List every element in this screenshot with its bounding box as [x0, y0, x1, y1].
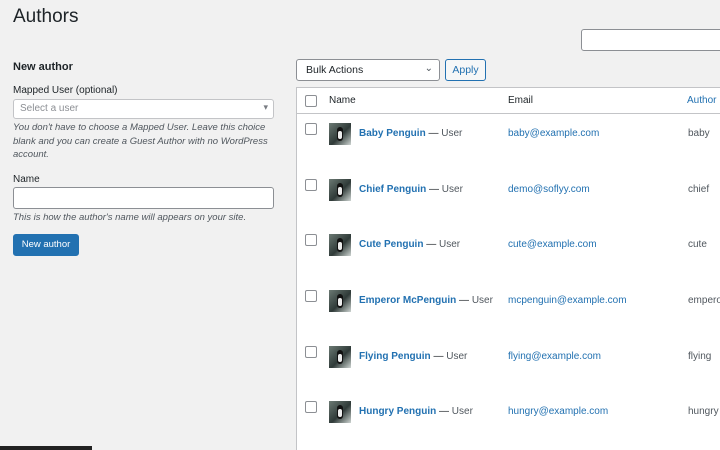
author-slug: cute: [688, 239, 707, 250]
row-checkbox[interactable]: [305, 234, 317, 246]
author-email-link[interactable]: hungry@example.com: [508, 406, 608, 417]
author-name-link[interactable]: Hungry Penguin: [359, 406, 436, 417]
apply-button[interactable]: Apply: [445, 59, 486, 81]
author-email-link[interactable]: flying@example.com: [508, 351, 601, 362]
author-name-link[interactable]: Baby Penguin: [359, 128, 426, 139]
row-checkbox[interactable]: [305, 290, 317, 302]
author-slug: hungry: [688, 406, 719, 417]
author-role: User: [451, 406, 473, 417]
table-row: Chief Penguin — User demo@soflyy.com chi…: [297, 171, 720, 226]
form-heading: New author: [13, 61, 73, 73]
authors-table: Name Email Author Baby Penguin — User ba…: [296, 87, 720, 450]
bulk-actions-select[interactable]: Bulk Actions ⌄: [296, 59, 440, 81]
new-author-button[interactable]: New author: [13, 234, 79, 256]
author-role: User: [441, 128, 463, 139]
mapped-user-help: You don't have to choose a Mapped User. …: [13, 122, 268, 160]
author-name-link[interactable]: Emperor McPenguin: [359, 295, 456, 306]
avatar: [329, 234, 351, 256]
avatar: [329, 401, 351, 423]
row-checkbox[interactable]: [305, 346, 317, 358]
author-role: User: [446, 351, 468, 362]
table-row: Hungry Penguin — User hungry@example.com…: [297, 393, 720, 448]
avatar: [329, 123, 351, 145]
chevron-down-icon: ⌄: [424, 63, 433, 74]
author-email-link[interactable]: mcpenguin@example.com: [508, 295, 627, 306]
column-header-author[interactable]: Author: [687, 95, 716, 106]
table-row: Flying Penguin — User flying@example.com…: [297, 338, 720, 393]
author-name-cell: Flying Penguin — User: [359, 351, 468, 362]
author-slug: baby: [688, 128, 710, 139]
name-label: Name: [13, 174, 40, 185]
row-checkbox[interactable]: [305, 123, 317, 135]
status-bar-fragment: [0, 446, 92, 450]
author-name-link[interactable]: Flying Penguin: [359, 351, 431, 362]
avatar: [329, 290, 351, 312]
page-title: Authors: [13, 6, 79, 27]
author-email-link[interactable]: baby@example.com: [508, 128, 599, 139]
author-name-link[interactable]: Chief Penguin: [359, 184, 426, 195]
author-slug: chief: [688, 184, 710, 195]
avatar: [329, 179, 351, 201]
row-checkbox[interactable]: [305, 401, 317, 413]
name-input[interactable]: [13, 187, 274, 209]
avatar: [329, 346, 351, 368]
mapped-user-label: Mapped User (optional): [13, 85, 118, 96]
table-row: Baby Penguin — User baby@example.com bab…: [297, 115, 720, 170]
search-input[interactable]: [581, 29, 720, 51]
table-header: Name Email Author: [297, 88, 720, 114]
author-role: User: [439, 239, 461, 250]
author-name-link[interactable]: Cute Penguin: [359, 239, 423, 250]
table-row: Emperor McPenguin — User mcpenguin@examp…: [297, 282, 720, 337]
bulk-actions-value: Bulk Actions: [306, 64, 364, 76]
author-role: User: [471, 295, 493, 306]
table-row: Cute Penguin — User cute@example.com cut…: [297, 226, 720, 281]
author-slug: flying: [688, 351, 712, 362]
author-name-cell: Hungry Penguin — User: [359, 406, 473, 417]
name-help: This is how the author's name will appea…: [13, 212, 247, 223]
author-slug: emperor: [688, 295, 720, 306]
column-header-email[interactable]: Email: [508, 95, 533, 106]
mapped-user-select[interactable]: Select a user ▾: [13, 99, 274, 119]
author-name-cell: Emperor McPenguin — User: [359, 295, 493, 306]
author-email-link[interactable]: demo@soflyy.com: [508, 184, 590, 195]
select-all-checkbox[interactable]: [305, 95, 317, 107]
author-name-cell: Baby Penguin — User: [359, 128, 463, 139]
author-name-cell: Cute Penguin — User: [359, 239, 461, 250]
author-name-cell: Chief Penguin — User: [359, 184, 463, 195]
author-email-link[interactable]: cute@example.com: [508, 239, 597, 250]
caret-down-icon: ▾: [263, 102, 268, 112]
author-role: User: [441, 184, 463, 195]
row-checkbox[interactable]: [305, 179, 317, 191]
mapped-user-placeholder: Select a user: [20, 103, 79, 114]
column-header-name[interactable]: Name: [329, 95, 356, 106]
